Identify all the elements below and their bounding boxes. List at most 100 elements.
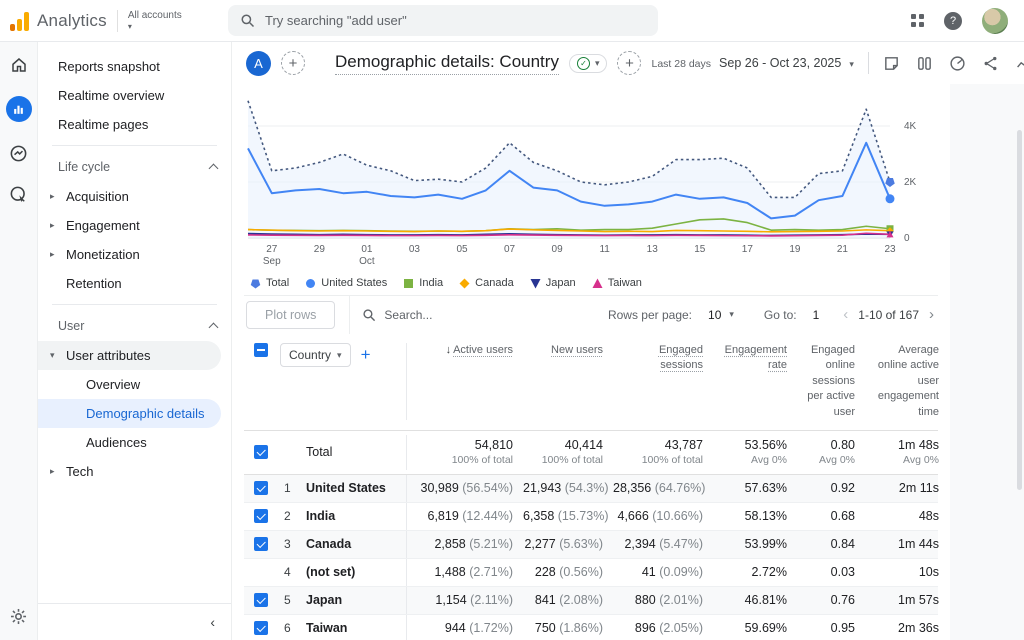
chevron-up-icon xyxy=(209,323,219,333)
row-cell: 841 (2.08%) xyxy=(513,593,603,607)
prev-page-icon[interactable]: ‹ xyxy=(839,306,852,323)
apps-grid-icon[interactable] xyxy=(911,14,924,27)
svg-text:17: 17 xyxy=(742,244,754,255)
sidebar-item-acquisition[interactable]: ▸Acquisition xyxy=(38,182,231,211)
share-icon[interactable] xyxy=(982,55,999,72)
row-checkbox[interactable] xyxy=(254,593,268,607)
search-icon xyxy=(240,13,255,28)
row-checkbox[interactable] xyxy=(254,445,268,459)
sidebar-item-demographic-details[interactable]: Demographic details xyxy=(38,399,221,428)
next-page-icon[interactable]: › xyxy=(925,306,938,323)
legend-item-taiwan[interactable]: Taiwan xyxy=(592,277,642,289)
row-checkbox[interactable] xyxy=(254,537,268,551)
page-title[interactable]: Demographic details: Country xyxy=(335,52,559,75)
row-cell: 59.69% xyxy=(703,621,787,635)
legend-item-total[interactable]: Total xyxy=(250,277,289,289)
sidebar-section-user[interactable]: User xyxy=(38,311,231,341)
row-country: Japan xyxy=(306,593,406,607)
chevron-right-icon: ▸ xyxy=(50,249,58,260)
column-header-4[interactable]: Engagement rate xyxy=(703,343,787,374)
svg-text:Sep: Sep xyxy=(263,256,281,267)
sidebar: Reports snapshotRealtime overviewRealtim… xyxy=(38,42,232,640)
account-selector-label: All accounts xyxy=(128,10,182,22)
row-cell: 10s xyxy=(855,565,939,579)
report-status-badge[interactable]: ✓ ▾ xyxy=(569,54,608,73)
scrollbar[interactable] xyxy=(1017,130,1022,490)
table-row: 1United States30,989 (56.54%)21,943 (54.… xyxy=(244,475,938,503)
sidebar-item-label: Acquisition xyxy=(66,189,129,204)
row-cell: 0.68 xyxy=(787,509,855,523)
row-cell: 46.81% xyxy=(703,593,787,607)
cell-value: 6,358 xyxy=(523,509,554,523)
row-checkbox[interactable] xyxy=(254,481,268,495)
sidebar-item-realtime-overview[interactable]: Realtime overview xyxy=(38,81,231,110)
advertising-icon[interactable] xyxy=(9,144,28,163)
date-range-picker[interactable]: Last 28 days Sep 26 - Oct 23, 2025 ▾ xyxy=(651,56,853,70)
cell-value: 2m 11s xyxy=(899,481,939,495)
rows-per-page-value[interactable]: 10 xyxy=(708,308,721,322)
legend-item-japan[interactable]: Japan xyxy=(530,277,576,289)
chevron-down-icon: ▾ xyxy=(337,350,342,361)
total-cell: 53.56%Avg 0% xyxy=(703,438,787,466)
comparison-icon[interactable] xyxy=(916,55,933,72)
global-search-input[interactable]: Try searching "add user" xyxy=(228,5,658,36)
table-search-input[interactable]: Search... xyxy=(362,308,608,322)
account-selector[interactable]: All accounts ▾ xyxy=(128,10,182,32)
total-value: 0.80 xyxy=(831,438,855,452)
row-cell: 6,819 (12.44%) xyxy=(407,509,513,523)
column-header-5[interactable]: Engaged online sessions per active user xyxy=(787,343,855,420)
cell-value: 2,858 xyxy=(434,537,465,551)
avatar[interactable] xyxy=(982,8,1008,34)
sidebar-item-user-attributes[interactable]: ▾User attributes xyxy=(38,341,221,370)
row-cell: 944 (1.72%) xyxy=(407,621,513,635)
help-icon[interactable]: ? xyxy=(944,12,962,30)
goto-value[interactable]: 1 xyxy=(813,308,820,322)
data-freshness-icon[interactable] xyxy=(949,55,966,72)
sidebar-item-monetization[interactable]: ▸Monetization xyxy=(38,240,231,269)
total-cell: 0.80Avg 0% xyxy=(787,438,855,466)
sidebar-item-retention[interactable]: Retention xyxy=(38,269,231,298)
column-header-6[interactable]: Average online active user engagement ti… xyxy=(855,343,939,420)
plot-rows-button[interactable]: Plot rows xyxy=(246,301,335,329)
row-checkbox[interactable] xyxy=(254,621,268,635)
cell-percent: (2.01%) xyxy=(659,593,703,607)
sidebar-item-engagement[interactable]: ▸Engagement xyxy=(38,211,231,240)
column-header-2[interactable]: New users xyxy=(513,343,603,358)
dimension-selector[interactable]: Country ▾ xyxy=(280,343,351,367)
cell-percent: (5.47%) xyxy=(659,537,703,551)
sidebar-item-tech[interactable]: ▸Tech xyxy=(38,457,231,486)
column-header-label: Engagement rate xyxy=(725,344,787,371)
home-icon[interactable] xyxy=(10,56,28,74)
legend-item-canada[interactable]: Canada xyxy=(459,277,514,289)
cell-percent: (12.44%) xyxy=(462,509,513,523)
chevron-down-icon[interactable]: ▾ xyxy=(729,309,734,320)
chart-legend: Total United States India Canada Japan Taiwan xyxy=(244,275,938,295)
add-dimension-button[interactable]: + xyxy=(361,345,371,365)
cell-value: 48s xyxy=(919,509,939,523)
explore-icon[interactable] xyxy=(9,185,28,204)
select-all-checkbox[interactable] xyxy=(254,343,268,357)
cell-value: 1m 57s xyxy=(898,593,939,607)
legend-item-united-states[interactable]: United States xyxy=(305,277,387,289)
row-checkbox[interactable] xyxy=(254,509,268,523)
sidebar-item-audiences[interactable]: Audiences xyxy=(38,428,231,457)
report-avatar[interactable]: A xyxy=(246,51,271,76)
notes-icon[interactable] xyxy=(883,55,900,72)
cell-value: 6,819 xyxy=(428,509,459,523)
insights-icon[interactable] xyxy=(1015,55,1024,72)
admin-gear-icon[interactable] xyxy=(9,607,28,626)
sidebar-item-realtime-pages[interactable]: Realtime pages xyxy=(38,110,231,139)
sidebar-item-overview[interactable]: Overview xyxy=(38,370,231,399)
add-report-button[interactable]: + xyxy=(281,51,305,75)
cell-value: 1,154 xyxy=(435,593,466,607)
add-metric-button[interactable]: + xyxy=(617,51,641,75)
column-header-3[interactable]: Engaged sessions xyxy=(603,343,703,374)
sidebar-section-life-cycle[interactable]: Life cycle xyxy=(38,152,231,182)
cell-value: 10s xyxy=(919,565,939,579)
column-header-1[interactable]: ↓Active users xyxy=(407,343,513,358)
legend-item-india[interactable]: India xyxy=(403,277,443,289)
collapse-sidebar-button[interactable]: ‹ xyxy=(38,603,231,640)
sidebar-item-reports-snapshot[interactable]: Reports snapshot xyxy=(38,52,231,81)
row-rank: 3 xyxy=(280,537,306,551)
reports-icon[interactable] xyxy=(6,96,32,122)
